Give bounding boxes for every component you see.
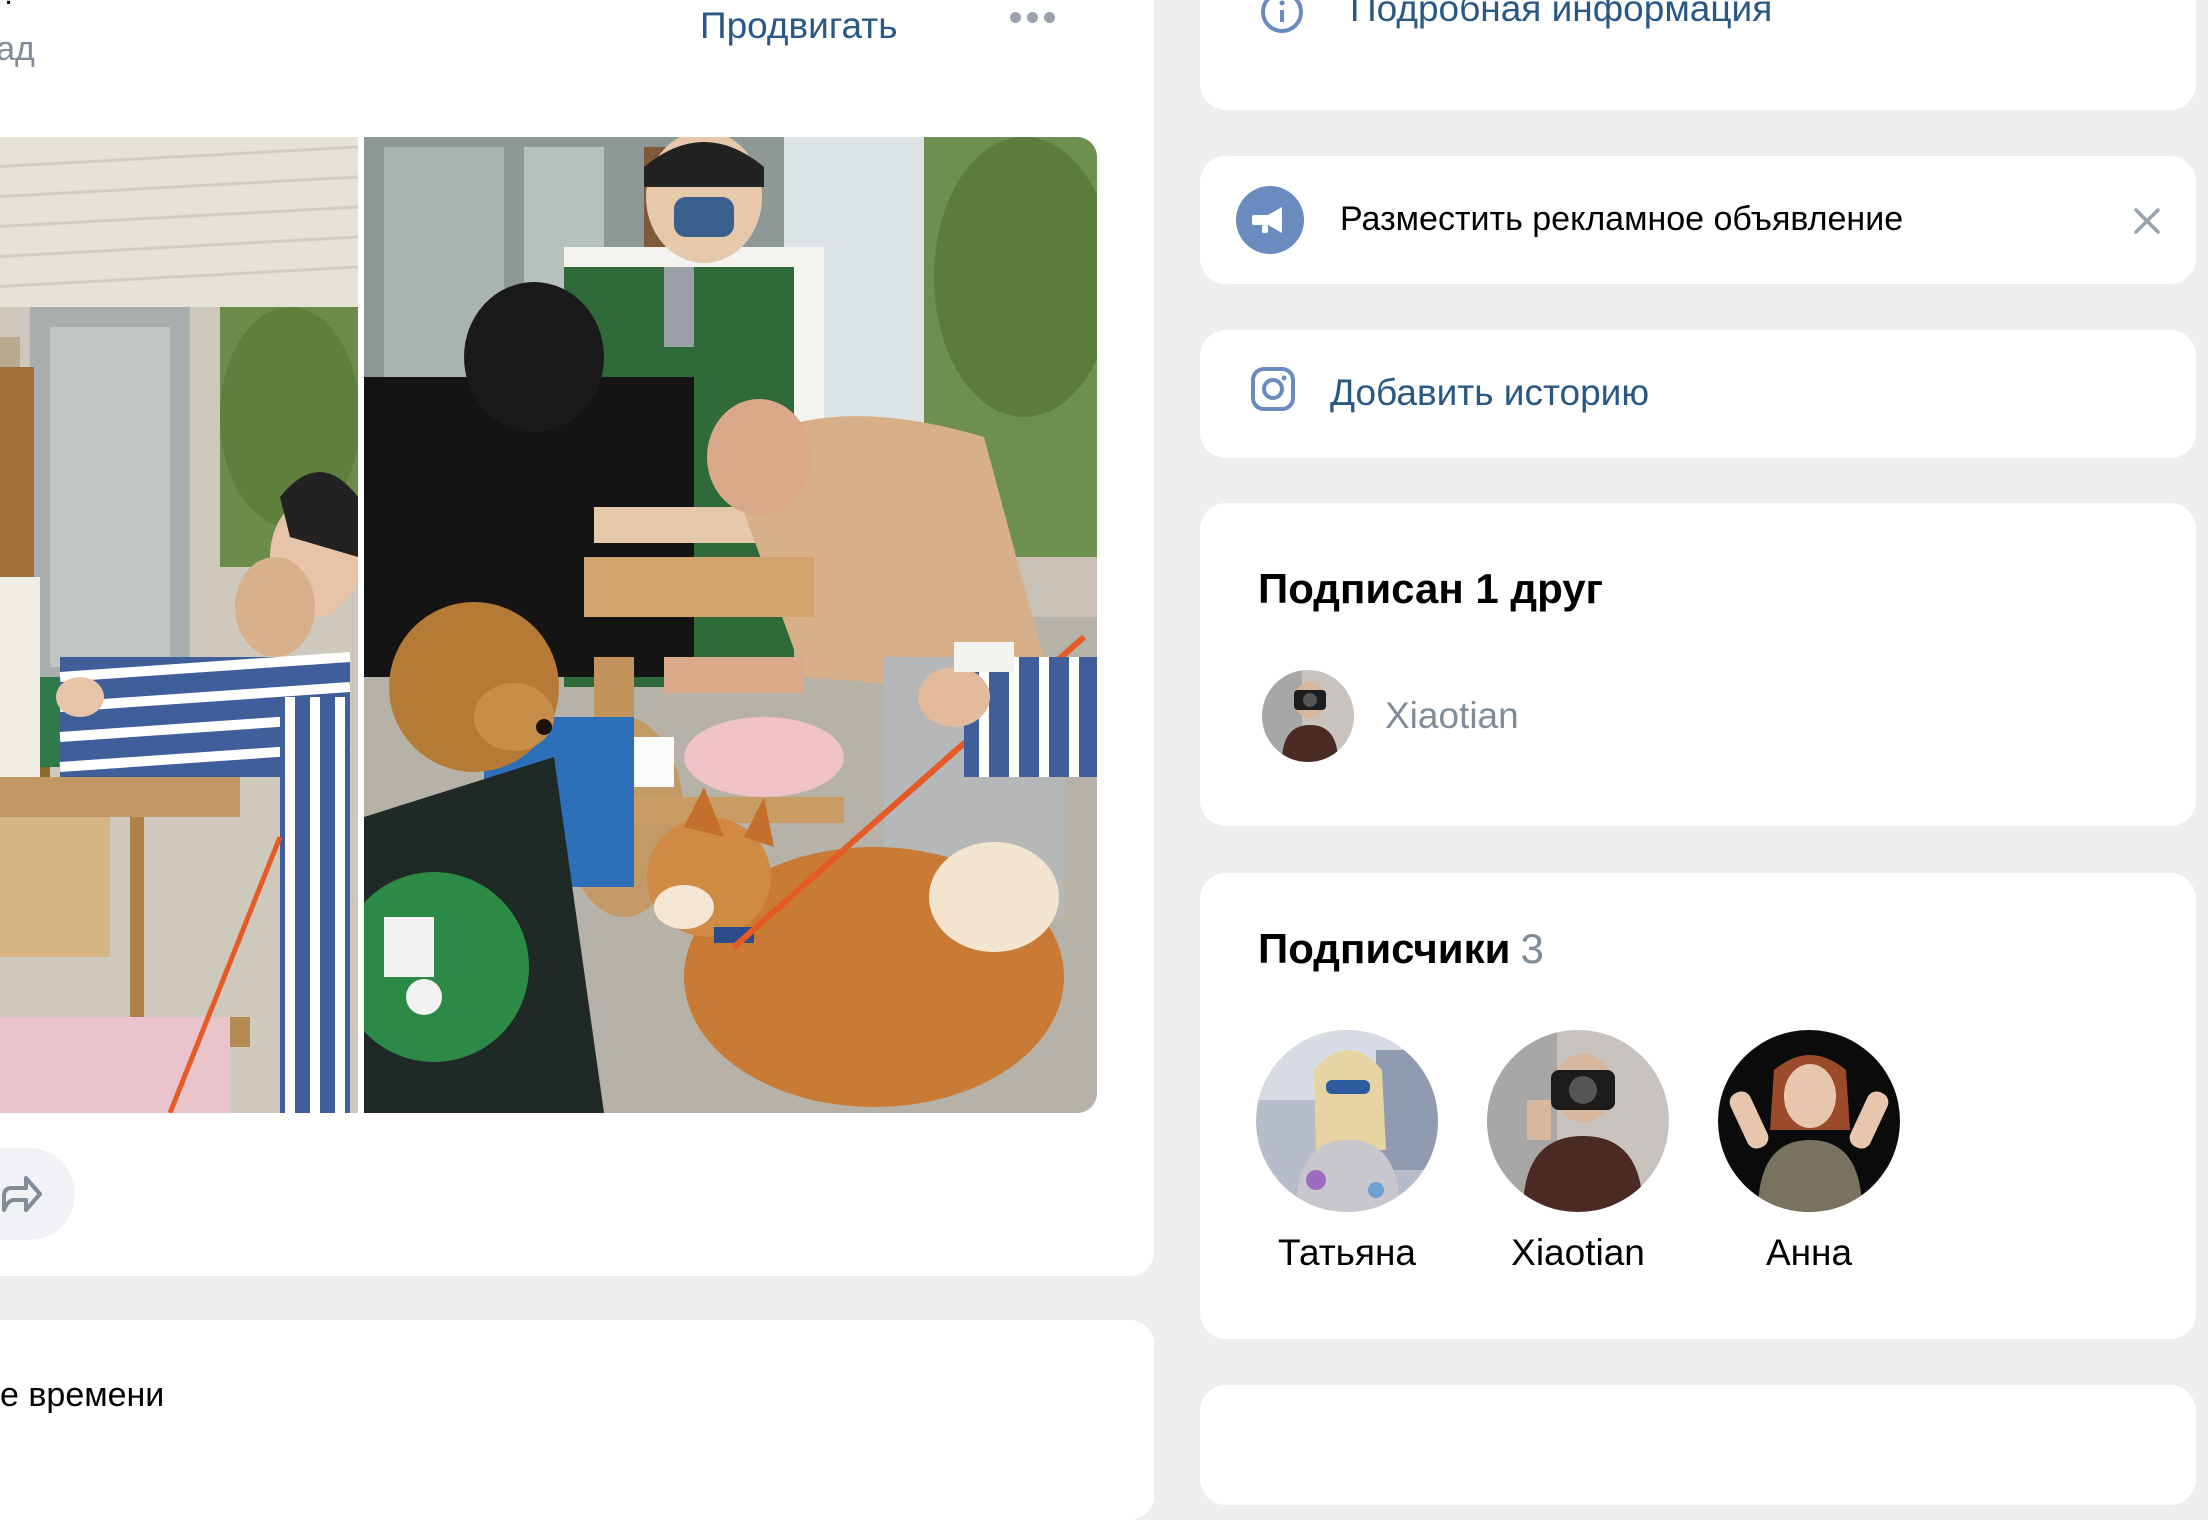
follower-item[interactable]: Татьяна (1252, 1030, 1442, 1274)
ad-label[interactable]: Разместить рекламное объявление (1340, 200, 1903, 239)
avatar[interactable] (1262, 670, 1354, 762)
follower-name[interactable]: Татьяна (1252, 1232, 1442, 1274)
info-icon (1261, 0, 1303, 33)
megaphone-icon (1236, 186, 1304, 254)
share-icon (2, 1176, 42, 1212)
camera-icon (1251, 367, 1295, 411)
followers-card: Подписчики 3 Татьяна Xiaotian Анна (1200, 873, 2196, 1339)
more-dots-icon[interactable] (1010, 12, 1055, 23)
avatar[interactable] (1256, 1030, 1438, 1212)
add-story-card[interactable]: Добавить историю (1200, 330, 2196, 458)
follower-name[interactable]: Анна (1714, 1232, 1904, 1274)
friends-card: Подписан 1 друг Xiaotian (1200, 503, 2196, 826)
followers-count: 3 (1520, 925, 1544, 972)
info-card[interactable]: Подробная информация (1200, 0, 2196, 110)
photo-2-image (364, 137, 1097, 1113)
promote-button[interactable]: Продвигать (700, 5, 898, 47)
info-link[interactable]: Подробная информация (1350, 0, 1772, 30)
post-photo-1[interactable] (0, 137, 358, 1113)
follower-item[interactable]: Xiaotian (1483, 1030, 1673, 1274)
followers-title[interactable]: Подписчики 3 (1258, 925, 1544, 973)
friends-title[interactable]: Подписан 1 друг (1258, 565, 1603, 613)
followers-title-label: Подписчики (1258, 925, 1511, 972)
post-photo-2[interactable] (364, 137, 1097, 1113)
avatar[interactable] (1718, 1030, 1900, 1212)
follower-name[interactable]: Xiaotian (1483, 1232, 1673, 1274)
photo-1-image (0, 137, 358, 1113)
sidebar-card (1200, 1385, 2196, 1505)
ad-card[interactable]: Разместить рекламное объявление (1200, 156, 2196, 284)
avatar[interactable] (1487, 1030, 1669, 1212)
friend-name[interactable]: Xiaotian (1385, 695, 1519, 737)
add-story-link[interactable]: Добавить историю (1330, 372, 1649, 414)
next-post-card: е времени (0, 1320, 1154, 1520)
post-author-fragment: .. (0, 0, 52, 18)
back-link[interactable]: азад (0, 30, 35, 69)
close-icon[interactable] (2132, 206, 2162, 236)
follower-item[interactable]: Анна (1714, 1030, 1904, 1274)
next-post-text: е времени (0, 1376, 165, 1414)
post-author-text: .. (0, 0, 17, 12)
